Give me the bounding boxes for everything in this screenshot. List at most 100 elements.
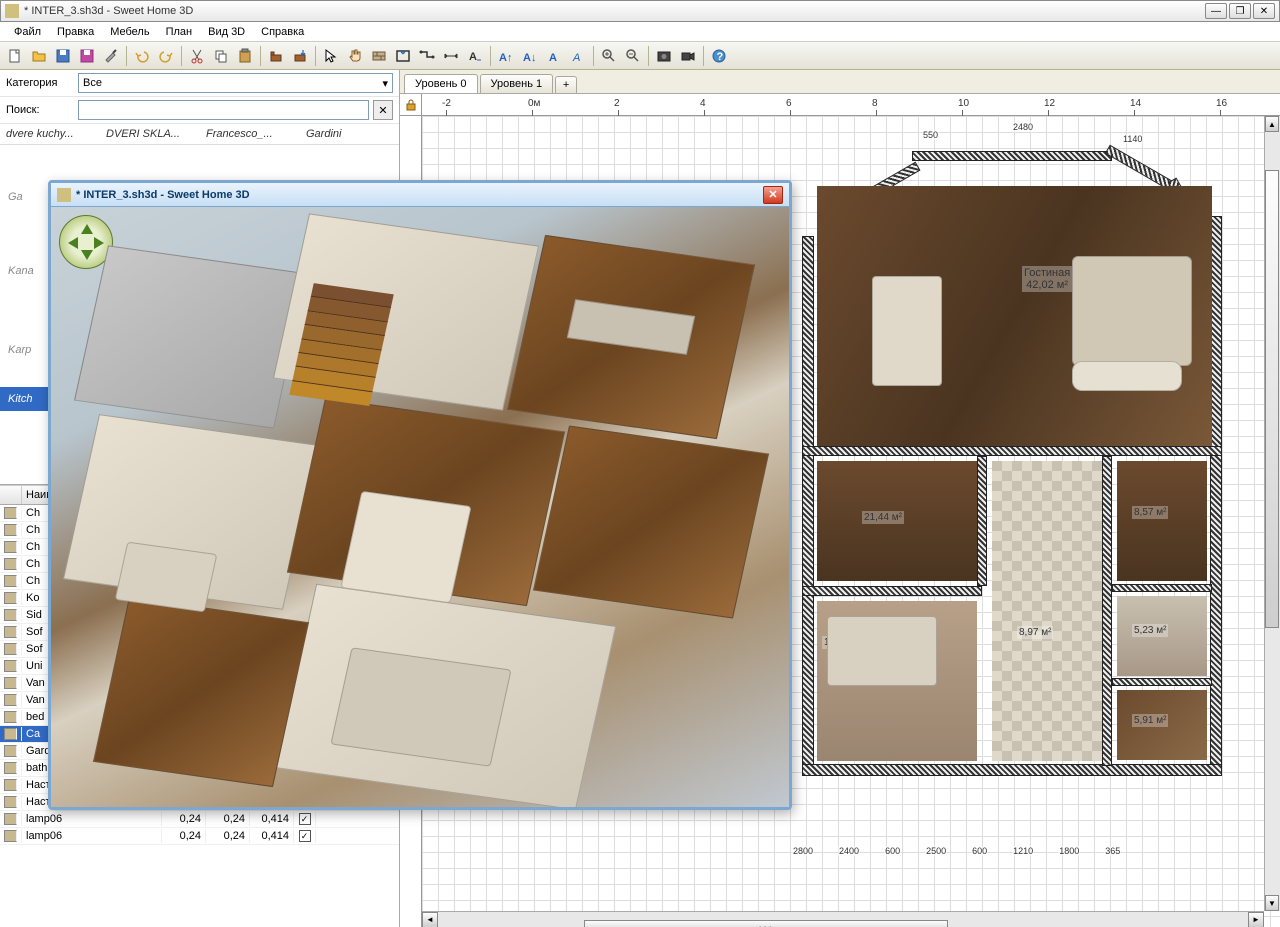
zoom-out-icon[interactable] [622,45,644,67]
redo-icon[interactable] [155,45,177,67]
dimension-label: 2800 [792,846,814,856]
open-icon[interactable] [28,45,50,67]
create-rooms-icon[interactable] [392,45,414,67]
new-file-icon[interactable] [4,45,26,67]
table-row[interactable]: lamp060,240,240,414✓ [0,811,399,828]
svg-text:?: ? [717,51,724,63]
bold-icon[interactable]: A [543,45,565,67]
room-area: 5,91 м² [1132,714,1168,727]
furniture-thumb-icon [4,592,17,604]
catalog-col-2[interactable]: Francesco_... [206,128,296,140]
furniture-thumb-icon [4,558,17,570]
furniture-thumb-icon [4,677,17,689]
window-title: * INTER_3.sh3d - Sweet Home 3D [24,5,1205,17]
3d-view-title: * INTER_3.sh3d - Sweet Home 3D [76,189,763,201]
create-video-icon[interactable] [677,45,699,67]
dimension-label: 1140 [1122,134,1143,144]
compass-left-icon[interactable] [62,237,78,249]
furniture-thumb-icon [4,711,17,723]
menu-file[interactable]: Файл [6,24,49,40]
ruler-tick: 6 [786,98,792,109]
tab-level-1[interactable]: Уровень 1 [480,74,554,93]
add-level-button[interactable]: + [555,76,577,93]
ruler-tick: 10 [958,98,969,109]
copy-icon[interactable] [210,45,232,67]
catalog-col-0[interactable]: dvere kuchy... [6,128,96,140]
scroll-right-button[interactable]: ► [1248,912,1264,927]
visibility-checkbox[interactable]: ✓ [299,813,311,825]
dimension-label: 2500 [925,846,947,856]
3d-view-close-button[interactable]: ✕ [763,186,783,204]
furniture-name: lamp06 [22,812,162,826]
category-dropdown[interactable]: Все ▾ [78,73,393,93]
cut-icon[interactable] [186,45,208,67]
decrease-text-icon[interactable]: A↓ [519,45,541,67]
window-titlebar: * INTER_3.sh3d - Sweet Home 3D — ❐ ✕ [0,0,1280,22]
menu-3dview[interactable]: Вид 3D [200,24,253,40]
menu-edit[interactable]: Правка [49,24,102,40]
visibility-checkbox[interactable]: ✓ [299,830,311,842]
furniture-thumb-icon [4,813,17,825]
furniture-thumb-icon [4,762,17,774]
catalog-col-1[interactable]: DVERI SKLA... [106,128,196,140]
scroll-left-button[interactable]: ◄ [422,912,438,927]
search-input[interactable] [78,100,369,120]
ruler-tick: -2 [442,98,451,109]
category-label: Категория [6,77,74,89]
add-furniture-icon[interactable] [265,45,287,67]
catalog-col-3[interactable]: Gardini [306,128,376,140]
furniture-thumb-icon [4,745,17,757]
undo-icon[interactable] [131,45,153,67]
menu-plan[interactable]: План [158,24,201,40]
main-toolbar: A A↑ A↓ A A ? [0,42,1280,70]
furniture-thumb-icon [4,660,17,672]
import-furniture-icon[interactable] [289,45,311,67]
preferences-icon[interactable] [100,45,122,67]
tab-level-0[interactable]: Уровень 0 [404,74,478,93]
close-button[interactable]: ✕ [1253,3,1275,19]
furniture-dim: 0,414 [250,812,294,826]
zoom-in-icon[interactable] [598,45,620,67]
furniture-thumb-icon [4,524,17,536]
create-text-icon[interactable]: A [464,45,486,67]
create-photo-icon[interactable] [653,45,675,67]
help-icon[interactable]: ? [708,45,730,67]
maximize-button[interactable]: ❐ [1229,3,1251,19]
paste-icon[interactable] [234,45,256,67]
create-dimensions-icon[interactable] [440,45,462,67]
minimize-button[interactable]: — [1205,3,1227,19]
create-polyline-icon[interactable] [416,45,438,67]
furniture-dim: 0,24 [206,812,250,826]
3d-view-window[interactable]: * INTER_3.sh3d - Sweet Home 3D ✕ [48,180,792,810]
furniture-thumb-icon [4,541,17,553]
vertical-scrollbar[interactable]: ▲ ▼ [1264,116,1280,911]
dimension-label: 1800 [1058,846,1080,856]
italic-icon[interactable]: A [567,45,589,67]
ruler-lock-icon[interactable] [400,94,422,116]
create-walls-icon[interactable] [368,45,390,67]
room-area: 8,97 м² [1017,626,1053,639]
select-icon[interactable] [320,45,342,67]
pan-icon[interactable] [344,45,366,67]
save-icon[interactable] [52,45,74,67]
search-reset-button[interactable]: ✕ [373,100,393,120]
furniture-dim: 0,24 [162,812,206,826]
room-area: 5,23 м² [1132,624,1168,637]
menu-help[interactable]: Справка [253,24,312,40]
3d-view-canvas[interactable] [51,207,789,807]
increase-text-icon[interactable]: A↑ [495,45,517,67]
room-area: 21,44 м² [862,511,904,524]
compass-up-icon[interactable] [81,218,93,234]
compass-down-icon[interactable] [81,250,93,266]
save-compress-icon[interactable] [76,45,98,67]
svg-text:↓: ↓ [531,52,537,64]
dimension-label: 1210 [1012,846,1034,856]
table-row[interactable]: lamp060,240,240,414✓ [0,828,399,845]
menu-furniture[interactable]: Мебель [102,24,157,40]
scroll-up-button[interactable]: ▲ [1265,116,1279,132]
furniture-dim: 0,24 [206,829,250,843]
3d-view-titlebar[interactable]: * INTER_3.sh3d - Sweet Home 3D ✕ [51,183,789,207]
scroll-down-button[interactable]: ▼ [1265,895,1279,911]
horizontal-scrollbar[interactable]: ◄ ∙∙∙ ► [422,911,1264,927]
furniture-thumb-icon [4,728,17,740]
